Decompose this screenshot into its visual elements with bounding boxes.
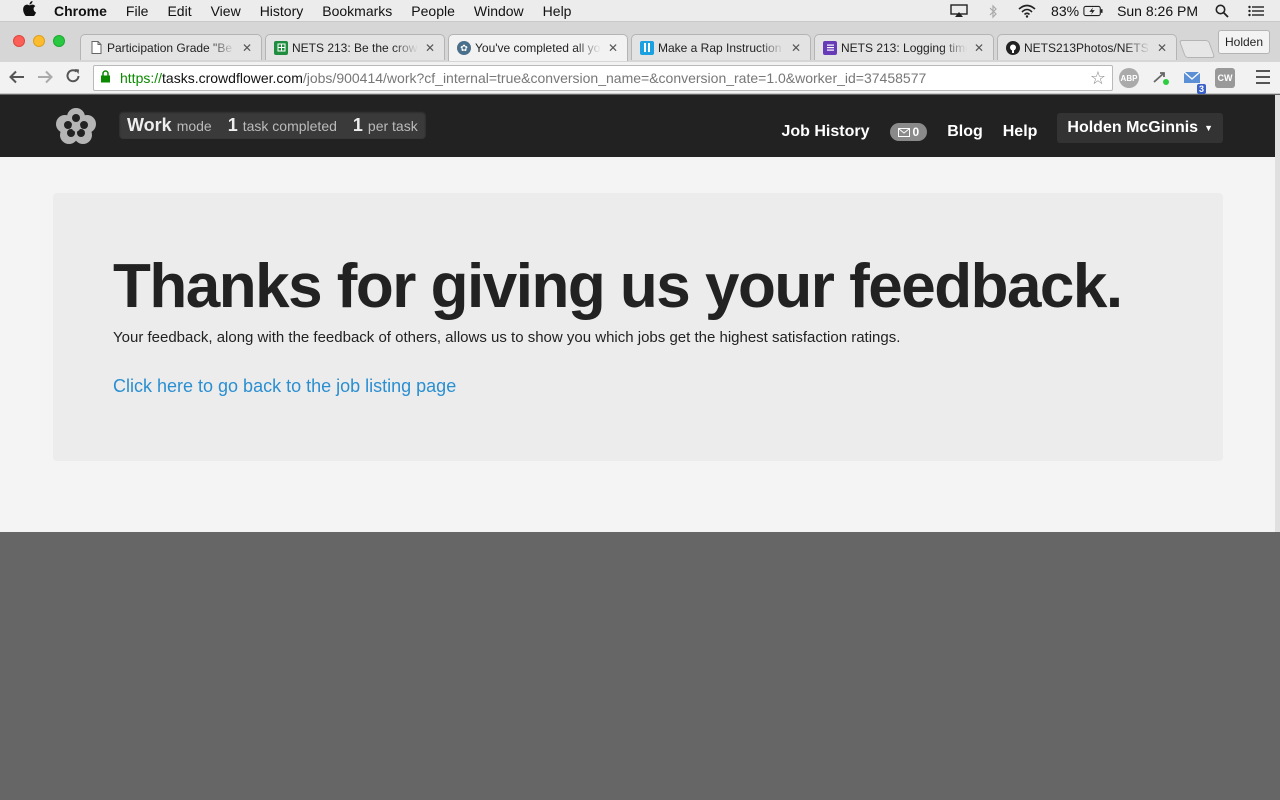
tab-title: NETS 213: Be the crowd (292, 40, 418, 55)
site-navbar: Work mode 1 task completed 1 per task Jo… (0, 95, 1275, 157)
user-name: Holden McGinnis (1067, 119, 1199, 136)
battery-icon[interactable] (1083, 3, 1103, 19)
envelope-icon (897, 127, 910, 137)
user-menu-dropdown[interactable]: Holden McGinnis ▼ (1057, 113, 1223, 143)
bookmark-star-icon[interactable]: ☆ (1090, 68, 1106, 89)
mode-suffix: mode (176, 118, 212, 134)
tasks-completed-label: task completed (242, 118, 337, 134)
tab-title: NETS213Photos/NETS 2 (1024, 40, 1150, 55)
tab-make-a-rap[interactable]: Make a Rap Instruction V ✕ (631, 34, 811, 60)
profile-button[interactable]: Holden (1218, 30, 1270, 54)
menu-people[interactable]: People (411, 3, 455, 19)
url-path: /jobs/900414/work?cf_internal=true&conve… (302, 70, 927, 86)
notification-center-icon[interactable] (1246, 3, 1266, 19)
job-history-link[interactable]: Job History (781, 123, 869, 141)
back-arrow-icon[interactable] (6, 67, 28, 89)
adblock-label: ABP (1120, 73, 1138, 83)
close-tab-icon[interactable]: ✕ (1156, 41, 1168, 55)
close-window-button[interactable] (13, 35, 25, 47)
menu-window[interactable]: Window (474, 3, 524, 19)
work-mode-status: Work mode 1 task completed 1 per task (119, 111, 426, 139)
menu-bookmarks[interactable]: Bookmarks (322, 3, 392, 19)
close-tab-icon[interactable]: ✕ (973, 41, 985, 55)
bluetooth-icon[interactable] (983, 3, 1003, 19)
mail-extension-icon[interactable]: 3 (1183, 68, 1206, 94)
caret-down-icon: ▼ (1204, 123, 1213, 133)
adblock-plus-extension-icon[interactable]: ABP (1119, 68, 1139, 88)
close-tab-icon[interactable]: ✕ (241, 41, 253, 55)
cw-extension-icon[interactable]: CW (1215, 68, 1235, 88)
macos-menu-bar: Chrome File Edit View History Bookmarks … (0, 0, 1280, 22)
url-bar[interactable]: https://tasks.crowdflower.com/jobs/90041… (93, 65, 1113, 91)
menu-edit[interactable]: Edit (167, 3, 191, 19)
tab-completed-tasks[interactable]: ✿ You've completed all your ✕ (448, 34, 628, 61)
tab-nets-logging-time[interactable]: NETS 213: Logging time ✕ (814, 34, 994, 60)
battery-percent: 83% (1051, 3, 1080, 19)
airplay-icon[interactable] (949, 3, 969, 19)
cw-label: CW (1217, 73, 1233, 83)
per-task-count: 1 (352, 115, 363, 135)
page-scrollbar[interactable] (1275, 95, 1280, 532)
page-title: Thanks for giving us your feedback. (113, 252, 1123, 321)
menu-clock[interactable]: Sun 8:26 PM (1117, 3, 1198, 19)
crowdflower-icon: ✿ (457, 41, 471, 55)
tab-title: NETS 213: Logging time (841, 40, 967, 55)
menu-file[interactable]: File (126, 3, 149, 19)
menu-view[interactable]: View (211, 3, 241, 19)
secure-lock-icon[interactable] (100, 70, 114, 86)
web-page: Work mode 1 task completed 1 per task Jo… (0, 95, 1275, 532)
site-nav-links: Job History 0 Blog Help Holden McGinnis … (781, 113, 1223, 147)
wifi-icon[interactable] (1017, 3, 1037, 19)
url-host: tasks.crowdflower.com (162, 70, 303, 86)
github-icon (1006, 40, 1020, 55)
reload-icon[interactable] (62, 67, 84, 89)
close-tab-icon[interactable]: ✕ (790, 41, 802, 55)
blog-link[interactable]: Blog (947, 123, 983, 141)
url-scheme: https:// (120, 70, 163, 86)
close-tab-icon[interactable]: ✕ (607, 41, 619, 55)
forms-icon (823, 40, 837, 55)
messages-count: 0 (912, 125, 920, 139)
chrome-menu-icon[interactable] (1256, 70, 1270, 84)
spotlight-search-icon[interactable] (1212, 3, 1232, 19)
minimize-window-button[interactable] (33, 35, 45, 47)
tasks-completed-count: 1 (227, 115, 238, 135)
mail-badge-count: 3 (1196, 84, 1206, 94)
tab-participation-grade[interactable]: Participation Grade "Be the ✕ (80, 34, 262, 60)
forward-arrow-icon[interactable] (34, 67, 56, 89)
new-tab-button[interactable] (1178, 40, 1216, 58)
back-to-job-listing-link[interactable]: Click here to go back to the job listing… (113, 376, 456, 397)
sync-extension-icon[interactable] (1151, 68, 1171, 88)
menu-app-name[interactable]: Chrome (54, 3, 107, 19)
menu-help[interactable]: Help (543, 3, 572, 19)
apple-menu-icon[interactable] (20, 1, 38, 20)
mode-label: Work (127, 115, 172, 135)
feedback-description: Your feedback, along with the feedback o… (113, 329, 901, 346)
feedback-confirmation-card: Thanks for giving us your feedback. Your… (53, 193, 1223, 461)
sheets-icon (274, 40, 288, 55)
chrome-tab-strip: Participation Grade "Be the ✕ NETS 213: … (0, 22, 1280, 62)
tab-title: Make a Rap Instruction V (658, 40, 784, 55)
pause-icon (640, 40, 654, 55)
tab-title: Participation Grade "Be the (107, 40, 235, 55)
tab-title: You've completed all your (475, 41, 601, 55)
crowdflower-logo-icon[interactable] (52, 105, 100, 145)
tab-nets-be-the-crowd[interactable]: NETS 213: Be the crowd ✕ (265, 34, 445, 60)
messages-badge[interactable]: 0 (889, 123, 928, 141)
zoom-window-button[interactable] (53, 35, 65, 47)
per-task-label: per task (367, 118, 418, 134)
tab-github-photos[interactable]: NETS213Photos/NETS 2 ✕ (997, 34, 1177, 60)
chrome-toolbar: https://tasks.crowdflower.com/jobs/90041… (0, 62, 1280, 94)
document-icon (89, 41, 103, 55)
help-link[interactable]: Help (1003, 123, 1038, 141)
menu-history[interactable]: History (260, 3, 304, 19)
close-tab-icon[interactable]: ✕ (424, 41, 436, 55)
